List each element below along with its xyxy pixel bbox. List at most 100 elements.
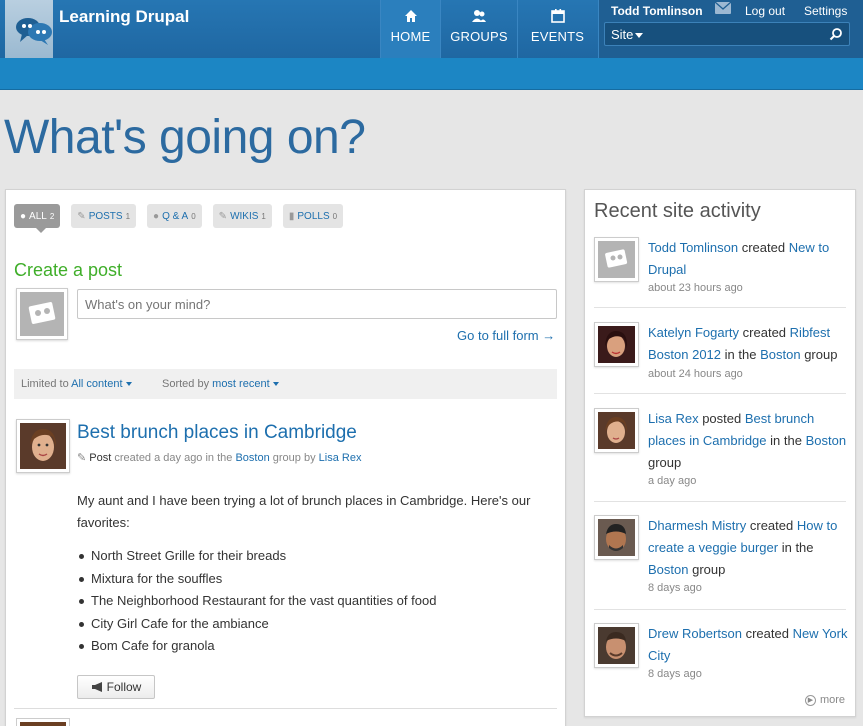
group-link[interactable]: Boston (235, 452, 269, 464)
activity-time: about 24 hours ago (648, 368, 743, 380)
post-divider (14, 708, 557, 709)
group-link[interactable]: Boston (648, 562, 688, 577)
filter-polls-button[interactable]: ▮ POLLS 0 (282, 204, 344, 228)
user-link[interactable]: Dharmesh Mistry (648, 518, 746, 533)
user-bar: Todd Tomlinson Log out Settings Site (598, 0, 863, 58)
user-avatar[interactable] (594, 515, 639, 560)
list-item: The Neighborhood Restaurant for the vast… (77, 590, 436, 613)
filter-count: 2 (49, 211, 55, 221)
sort-bar: Limited to All content Sorted by most re… (14, 369, 557, 399)
search-icon[interactable] (829, 27, 843, 41)
list-item: Mixtura for the souffles (77, 568, 436, 591)
megaphone-icon (91, 682, 102, 692)
activity-time: about 23 hours ago (648, 282, 743, 294)
activity-time: 8 days ago (648, 668, 702, 680)
nav-tab-home[interactable]: HOME (380, 0, 440, 58)
user-photo-icon (20, 423, 66, 469)
filter-wikis-button[interactable]: ✎ WIKIS 1 (212, 204, 272, 228)
list-item: City Girl Cafe for the ambiance (77, 613, 436, 636)
user-link[interactable]: Todd Tomlinson (648, 240, 738, 255)
search-scope-dropdown[interactable]: Site (611, 27, 644, 42)
chevron-down-icon (125, 382, 132, 387)
page-title: What's going on? (4, 111, 366, 164)
logout-link[interactable]: Log out (745, 4, 785, 18)
create-post-heading: Create a post (14, 260, 123, 280)
nav-tab-label: GROUPS (450, 29, 508, 44)
post-author-avatar[interactable] (16, 419, 70, 473)
post-bullet-list: North Street Grille for their breads Mix… (77, 545, 436, 658)
post-body: My aunt and I have been trying a lot of … (77, 493, 531, 530)
search-input[interactable]: Site (604, 22, 850, 46)
bar-chart-icon: ▮ (288, 210, 295, 222)
user-avatar[interactable] (594, 623, 639, 668)
next-post-avatar[interactable] (16, 718, 70, 726)
activity-divider (594, 501, 846, 502)
post-meta: ✎ Post created a day ago in the Boston g… (77, 452, 362, 464)
home-icon (404, 10, 417, 22)
activity-text: Dharmesh Mistry created How to create a … (648, 518, 838, 577)
user-avatar[interactable] (594, 408, 639, 453)
user-photo-icon (598, 519, 635, 556)
group-link[interactable]: Boston (760, 347, 800, 362)
author-link[interactable]: Lisa Rex (319, 452, 362, 464)
activity-divider (594, 609, 846, 610)
calendar-icon (550, 9, 565, 23)
site-name[interactable]: Learning Drupal (59, 7, 189, 27)
mail-icon[interactable] (715, 2, 731, 14)
limit-dropdown[interactable]: All content (71, 378, 132, 390)
status-update-input[interactable] (77, 289, 557, 319)
activity-time: a day ago (648, 475, 697, 487)
activity-text: Katelyn Fogarty created Ribfest Boston 2… (648, 325, 838, 362)
pencil-icon: ✎ (77, 452, 87, 464)
user-photo-icon (598, 627, 635, 664)
more-link[interactable]: ▶ more (804, 694, 845, 706)
sidebar-title: Recent site activity (594, 200, 761, 222)
chevron-down-icon (635, 33, 644, 39)
activity-text: Drew Robertson created New York City (648, 626, 848, 663)
user-photo-icon (598, 326, 635, 363)
follow-button[interactable]: Follow (77, 675, 155, 699)
speech-bubble-icon: ● (20, 210, 27, 222)
placeholder-avatar-icon (20, 292, 64, 336)
user-avatar[interactable] (594, 322, 639, 367)
group-link[interactable]: Boston (806, 433, 846, 448)
sort-dropdown[interactable]: most recent (212, 378, 279, 390)
header-band (0, 58, 863, 90)
list-item: North Street Grille for their breads (77, 545, 436, 568)
chevron-down-icon (272, 382, 279, 387)
settings-link[interactable]: Settings (804, 4, 847, 18)
user-name-link[interactable]: Todd Tomlinson (611, 4, 703, 18)
nav-tab-groups[interactable]: GROUPS (440, 0, 517, 58)
limit-filter: Limited to All content (21, 378, 132, 390)
activity-text: Lisa Rex posted Best brunch places in Ca… (648, 411, 847, 470)
groups-icon (472, 10, 486, 22)
list-item: Bom Cafe for granola (77, 635, 436, 658)
pencil-icon: ✎ (77, 210, 86, 222)
filter-count: 1 (261, 211, 266, 221)
filter-posts-button[interactable]: ✎ POSTS 1 (71, 204, 137, 228)
activity-stream-panel: ● ALL 2 ✎ POSTS 1 ● Q & A0 ✎ WIKIS 1 ▮ POLLS 0 Cr… (5, 189, 566, 726)
full-form-link[interactable]: Go to full form → (457, 328, 555, 343)
nav-tab-label: HOME (390, 29, 431, 44)
top-header: Learning Drupal HOME GROUPS EVENTS Todd … (0, 0, 863, 80)
main-nav: HOME GROUPS EVENTS (380, 0, 597, 58)
user-link[interactable]: Drew Robertson (648, 626, 742, 641)
people-icon: ● (153, 210, 160, 222)
post-type: Post (89, 452, 112, 464)
user-photo-icon (598, 412, 635, 449)
activity-divider (594, 307, 846, 308)
activity-text: Todd Tomlinson created New to Drupal (648, 240, 830, 277)
user-link[interactable]: Katelyn Fogarty (648, 325, 739, 340)
filter-count: 1 (125, 211, 131, 221)
filter-qa-button[interactable]: ● Q & A0 (147, 204, 202, 228)
user-photo-icon (20, 722, 66, 726)
activity-time: 8 days ago (648, 582, 702, 594)
logo-chat-icon (16, 18, 52, 45)
filter-count: 0 (191, 211, 196, 221)
post-title-link[interactable]: Best brunch places in Cambridge (77, 422, 357, 444)
filter-all-button[interactable]: ● ALL 2 (14, 204, 61, 233)
nav-tab-events[interactable]: EVENTS (517, 0, 597, 58)
user-link[interactable]: Lisa Rex (648, 411, 699, 426)
sort-filter: Sorted by most recent (162, 378, 279, 390)
placeholder-avatar-icon[interactable] (594, 237, 639, 282)
